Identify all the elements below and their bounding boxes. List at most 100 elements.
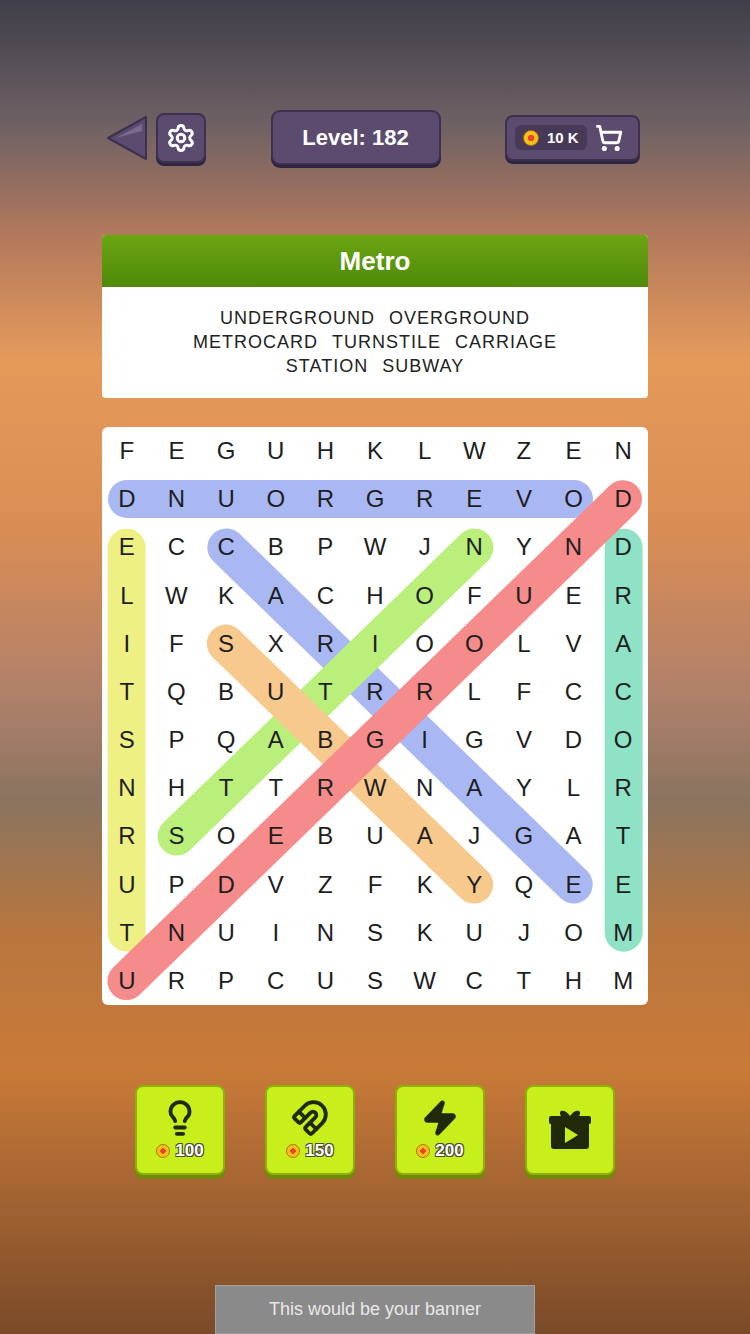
letter-cell[interactable]: D [598, 475, 648, 523]
letter-cell[interactable]: L [499, 620, 549, 668]
letter-cell[interactable]: O [400, 572, 450, 620]
letter-cell[interactable]: V [251, 861, 301, 909]
letter-cell[interactable]: U [201, 909, 251, 957]
letter-cell[interactable]: T [301, 668, 351, 716]
letter-cell[interactable]: V [499, 475, 549, 523]
letter-cell[interactable]: E [549, 572, 599, 620]
letter-cell[interactable]: R [301, 764, 351, 812]
letter-cell[interactable]: W [350, 764, 400, 812]
letter-cell[interactable]: V [499, 716, 549, 764]
letter-cell[interactable]: D [102, 475, 152, 523]
letter-cell[interactable]: C [152, 523, 202, 571]
letter-cell[interactable]: C [598, 668, 648, 716]
letter-cell[interactable]: G [350, 716, 400, 764]
letter-cell[interactable]: T [102, 668, 152, 716]
letter-cell[interactable]: L [400, 427, 450, 475]
booster-button[interactable]: 200 [395, 1085, 485, 1175]
letter-cell[interactable]: A [251, 716, 301, 764]
letter-cell[interactable]: N [449, 523, 499, 571]
letter-cell[interactable]: R [400, 668, 450, 716]
letter-cell[interactable]: B [301, 716, 351, 764]
letter-cell[interactable]: R [152, 957, 202, 1005]
letter-cell[interactable]: B [201, 668, 251, 716]
letter-cell[interactable]: T [499, 957, 549, 1005]
letter-cell[interactable]: A [549, 812, 599, 860]
letter-cell[interactable]: X [251, 620, 301, 668]
letter-cell[interactable]: P [201, 957, 251, 1005]
letter-cell[interactable]: Q [152, 668, 202, 716]
letter-cell[interactable]: E [102, 523, 152, 571]
letter-cell[interactable]: R [400, 475, 450, 523]
video-reward-button[interactable] [525, 1085, 615, 1175]
letter-cell[interactable]: N [301, 909, 351, 957]
letter-cell[interactable]: K [350, 427, 400, 475]
letter-cell[interactable]: P [152, 716, 202, 764]
letter-cell[interactable]: D [549, 716, 599, 764]
letter-cell[interactable]: Y [499, 764, 549, 812]
letter-cell[interactable]: T [201, 764, 251, 812]
letter-cell[interactable]: P [301, 523, 351, 571]
back-button[interactable] [104, 113, 148, 163]
letter-cell[interactable]: C [201, 523, 251, 571]
letter-cell[interactable]: M [598, 957, 648, 1005]
letter-cell[interactable]: V [549, 620, 599, 668]
letter-cell[interactable]: K [400, 861, 450, 909]
letter-cell[interactable]: Z [499, 427, 549, 475]
ad-banner[interactable]: This would be your banner [215, 1285, 535, 1334]
letter-cell[interactable]: B [251, 523, 301, 571]
letter-cell[interactable]: N [152, 475, 202, 523]
letter-cell[interactable]: P [152, 861, 202, 909]
coin-shop-button[interactable]: 10 K [505, 115, 640, 161]
letter-cell[interactable]: G [499, 812, 549, 860]
letter-cell[interactable]: O [549, 909, 599, 957]
letter-cell[interactable]: T [102, 909, 152, 957]
letter-cell[interactable]: I [102, 620, 152, 668]
letter-cell[interactable]: R [301, 620, 351, 668]
letter-cell[interactable]: S [350, 909, 400, 957]
letter-cell[interactable]: C [449, 957, 499, 1005]
letter-cell[interactable]: N [102, 764, 152, 812]
letter-cell[interactable]: A [449, 764, 499, 812]
letter-cell[interactable]: Z [301, 861, 351, 909]
letter-cell[interactable]: F [152, 620, 202, 668]
letter-cell[interactable]: U [251, 668, 301, 716]
letter-cell[interactable]: N [152, 909, 202, 957]
letter-cell[interactable]: F [350, 861, 400, 909]
letter-cell[interactable]: G [449, 716, 499, 764]
letter-cell[interactable]: N [400, 764, 450, 812]
letter-cell[interactable]: O [598, 716, 648, 764]
letter-cell[interactable]: H [350, 572, 400, 620]
letter-cell[interactable]: I [350, 620, 400, 668]
letter-cell[interactable]: B [301, 812, 351, 860]
letter-cell[interactable]: L [102, 572, 152, 620]
letter-cell[interactable]: W [400, 957, 450, 1005]
letter-cell[interactable]: W [350, 523, 400, 571]
letter-cell[interactable]: W [152, 572, 202, 620]
letter-cell[interactable]: U [449, 909, 499, 957]
settings-button[interactable] [156, 113, 206, 163]
letter-cell[interactable]: Q [201, 716, 251, 764]
letter-cell[interactable]: T [598, 812, 648, 860]
letter-cell[interactable]: Y [449, 861, 499, 909]
letter-cell[interactable]: O [201, 812, 251, 860]
letter-cell[interactable]: K [201, 572, 251, 620]
letter-cell[interactable]: E [152, 427, 202, 475]
letter-cell[interactable]: N [549, 523, 599, 571]
letter-cell[interactable]: M [598, 909, 648, 957]
letter-cell[interactable]: U [201, 475, 251, 523]
letter-cell[interactable]: E [251, 812, 301, 860]
letter-cell[interactable]: U [102, 861, 152, 909]
booster-button[interactable]: 150 [265, 1085, 355, 1175]
letter-cell[interactable]: U [102, 957, 152, 1005]
letter-cell[interactable]: W [449, 427, 499, 475]
letter-cell[interactable]: O [251, 475, 301, 523]
letter-cell[interactable]: R [598, 764, 648, 812]
letter-cell[interactable]: U [251, 427, 301, 475]
letter-cell[interactable]: C [251, 957, 301, 1005]
letter-cell[interactable]: O [449, 620, 499, 668]
letter-cell[interactable]: S [350, 957, 400, 1005]
letter-cell[interactable]: G [350, 475, 400, 523]
letter-cell[interactable]: S [152, 812, 202, 860]
letter-cell[interactable]: S [102, 716, 152, 764]
letter-cell[interactable]: O [400, 620, 450, 668]
